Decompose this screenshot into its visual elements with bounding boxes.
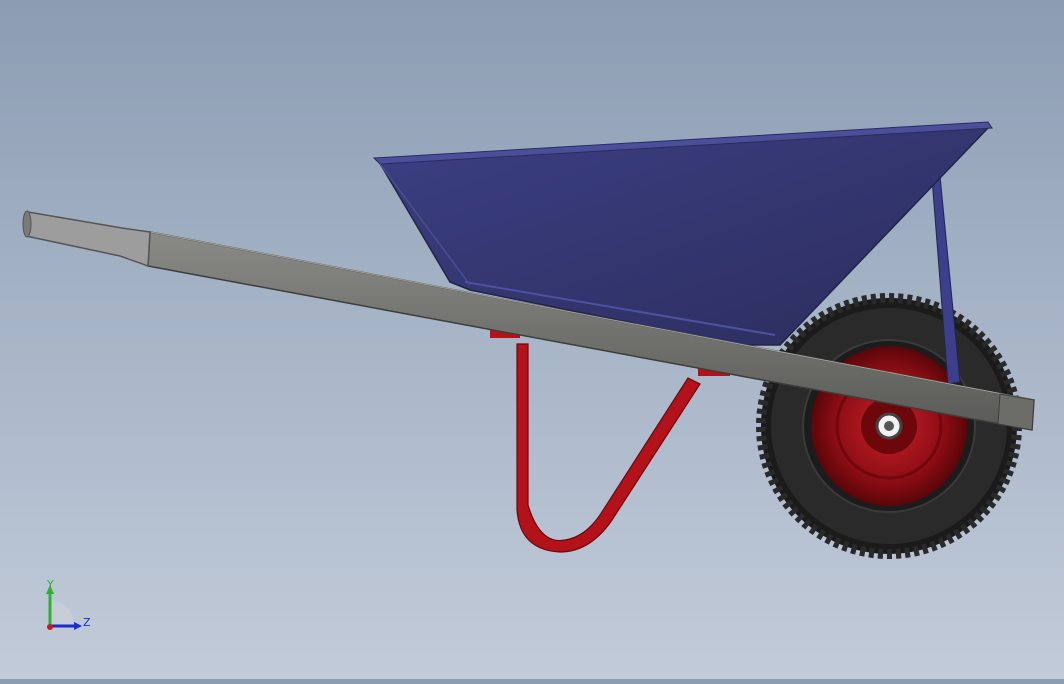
z-axis-label: Z <box>83 616 91 629</box>
support-leg <box>516 343 701 553</box>
x-axis-dot <box>47 624 53 630</box>
y-axis-label: Y <box>46 578 54 591</box>
wheel <box>756 293 1022 559</box>
wheelbarrow-model <box>22 121 1035 559</box>
3d-model-viewport[interactable] <box>0 0 1064 679</box>
axis-triad: Y Z <box>38 578 108 638</box>
handle-grip <box>25 211 151 268</box>
